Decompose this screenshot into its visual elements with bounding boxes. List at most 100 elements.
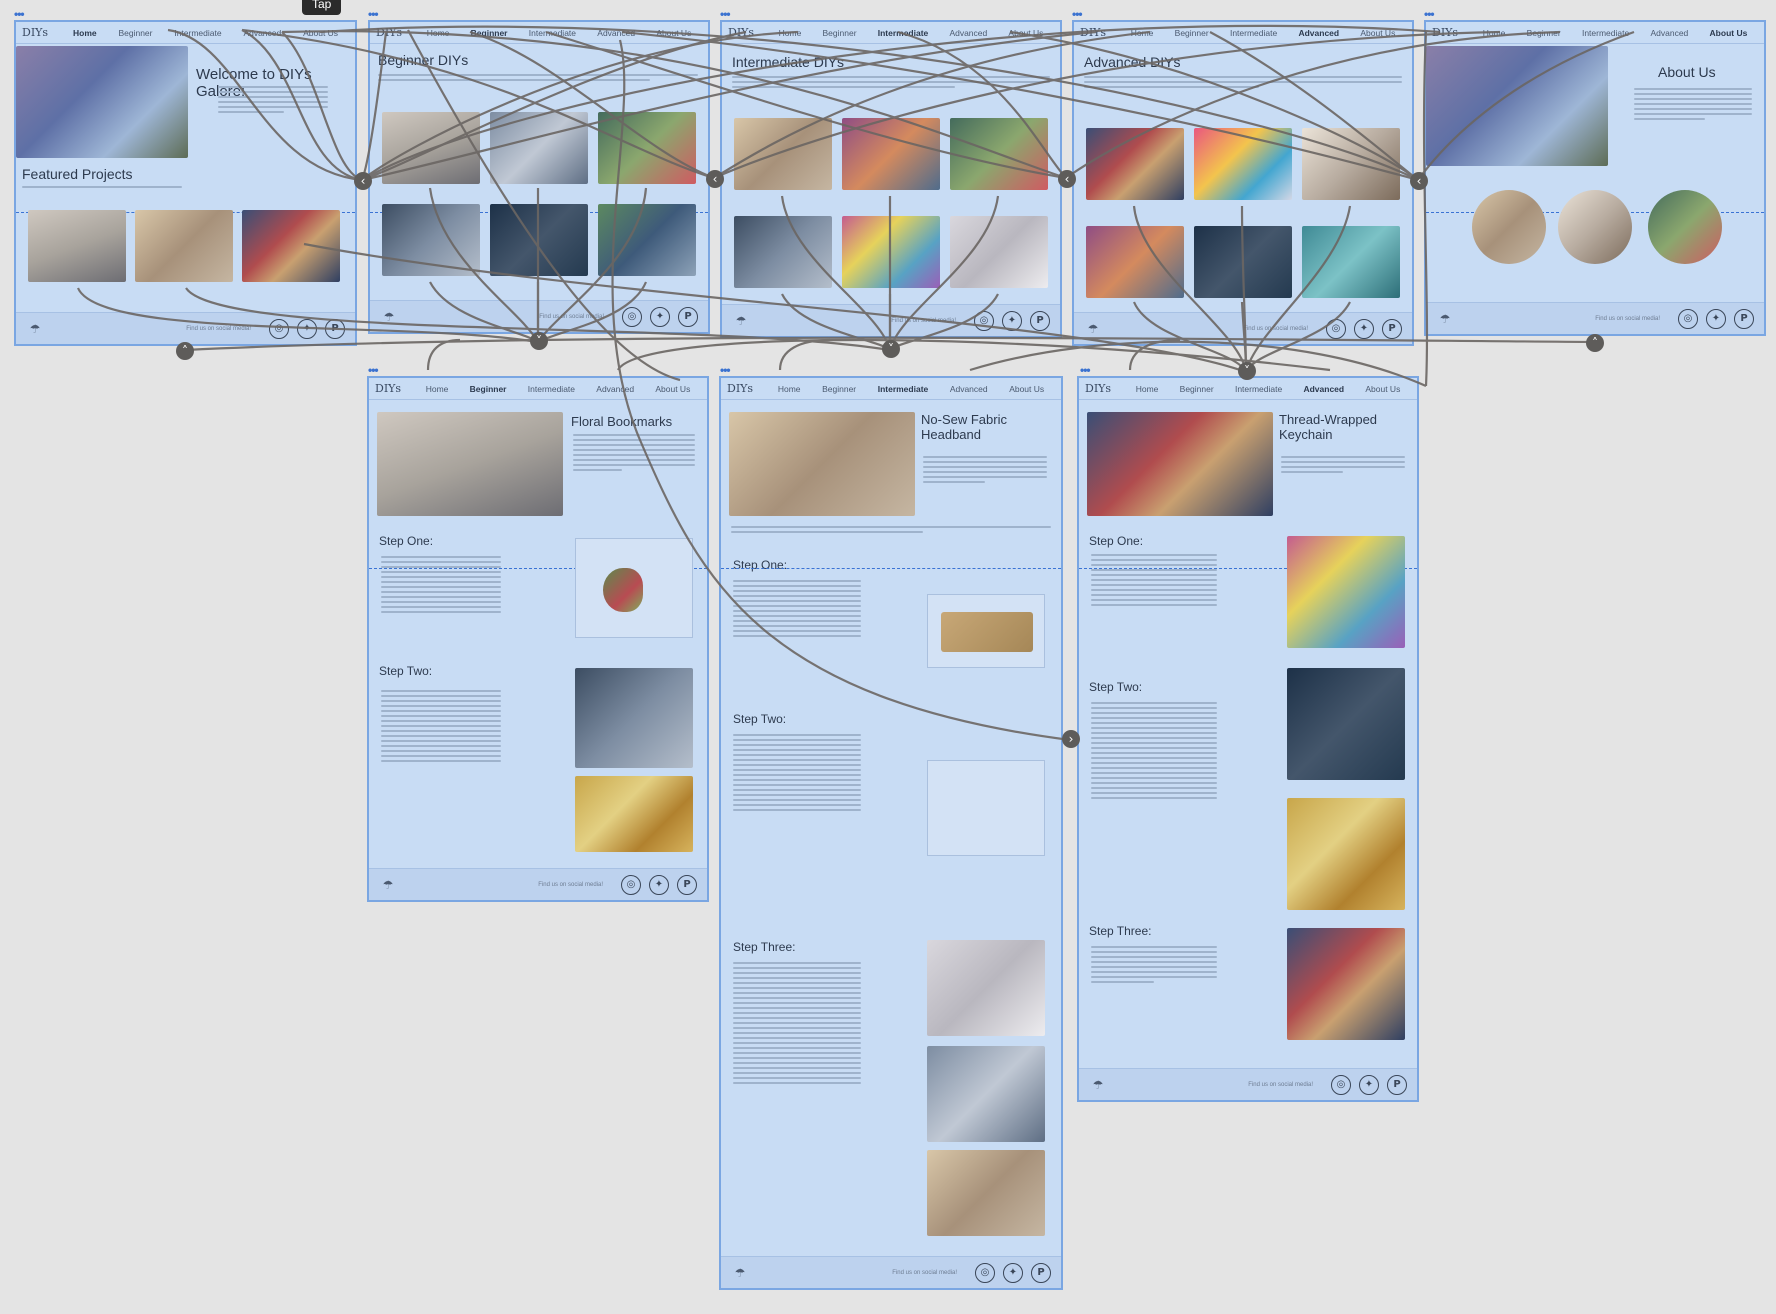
- instagram-icon[interactable]: ◎: [1331, 1074, 1351, 1095]
- project-thumb-5[interactable]: [490, 204, 588, 276]
- chevron-down-icon[interactable]: ˅: [1238, 362, 1256, 380]
- twitter-icon[interactable]: ✦: [1003, 1262, 1023, 1283]
- project-thumb-6[interactable]: [950, 216, 1048, 288]
- nav-advanced[interactable]: Advanced: [949, 28, 987, 38]
- nav-advanced[interactable]: Advanced: [243, 28, 281, 38]
- twitter-icon[interactable]: ✦: [1706, 308, 1726, 329]
- chevron-up-icon[interactable]: ˄: [1586, 334, 1604, 352]
- frame-beginner[interactable]: DIYs Home Beginner Intermediate Advanced…: [368, 20, 710, 334]
- nav-advanced[interactable]: Advanced: [1298, 28, 1339, 38]
- nav-about[interactable]: About Us: [1360, 28, 1395, 38]
- nav-beginner[interactable]: Beginner: [1175, 28, 1209, 38]
- nav-beginner[interactable]: Beginner: [1180, 384, 1214, 394]
- nav-about[interactable]: About Us: [1365, 384, 1400, 394]
- nav-intermediate[interactable]: Intermediate: [528, 384, 575, 394]
- nav-about[interactable]: About Us: [655, 384, 690, 394]
- brand-logo[interactable]: DIYs: [1085, 382, 1111, 395]
- brand-logo[interactable]: DIYs: [1080, 26, 1106, 39]
- instagram-icon[interactable]: ◎: [975, 1262, 995, 1283]
- chevron-down-icon[interactable]: ˅: [882, 340, 900, 358]
- brand-logo[interactable]: DIYs: [22, 26, 48, 39]
- nav-advanced[interactable]: Advanced: [950, 384, 988, 394]
- frame-handle-advanced[interactable]: •••: [1072, 8, 1083, 20]
- nav-beginner[interactable]: Beginner: [471, 28, 508, 38]
- project-thumb-1[interactable]: [1086, 128, 1184, 200]
- instagram-icon[interactable]: ◎: [269, 318, 289, 339]
- twitter-icon[interactable]: ✦: [1002, 310, 1022, 331]
- instagram-icon[interactable]: ◎: [622, 306, 642, 327]
- nav-home[interactable]: Home: [1131, 28, 1154, 38]
- nav-intermediate[interactable]: Intermediate: [529, 28, 576, 38]
- nav-beginner[interactable]: Beginner: [823, 28, 857, 38]
- project-thumb-3[interactable]: [1302, 128, 1400, 200]
- featured-project-1[interactable]: [28, 210, 126, 282]
- project-thumb-6[interactable]: [1302, 226, 1400, 298]
- chevron-left-icon[interactable]: ‹: [706, 170, 724, 188]
- nav-home[interactable]: Home: [1136, 384, 1159, 394]
- nav-advanced[interactable]: Advanced: [597, 28, 635, 38]
- nav-beginner[interactable]: Beginner: [118, 28, 152, 38]
- pinterest-icon[interactable]: P: [1382, 318, 1402, 339]
- featured-project-2[interactable]: [135, 210, 233, 282]
- pinterest-icon[interactable]: P: [678, 306, 698, 327]
- nav-advanced[interactable]: Advanced: [1650, 28, 1688, 38]
- chevron-right-icon[interactable]: ›: [1062, 730, 1080, 748]
- nav-about[interactable]: About Us: [656, 28, 691, 38]
- twitter-icon[interactable]: ✦: [649, 874, 669, 895]
- frame-handle-floral[interactable]: •••: [368, 364, 379, 376]
- nav-about[interactable]: About Us: [1008, 28, 1043, 38]
- nav-home[interactable]: Home: [73, 28, 97, 38]
- chevron-left-icon[interactable]: ‹: [1410, 172, 1428, 190]
- frame-keychain[interactable]: DIYs Home Beginner Intermediate Advanced…: [1077, 376, 1419, 1102]
- nav-about[interactable]: About Us: [1009, 384, 1044, 394]
- project-thumb-5[interactable]: [1194, 226, 1292, 298]
- project-thumb-6[interactable]: [598, 204, 696, 276]
- brand-logo[interactable]: DIYs: [727, 382, 753, 395]
- project-thumb-4[interactable]: [1086, 226, 1184, 298]
- nav-advanced[interactable]: Advanced: [596, 384, 634, 394]
- nav-intermediate[interactable]: Intermediate: [1230, 28, 1277, 38]
- frame-handle-about[interactable]: •••: [1424, 8, 1435, 20]
- project-thumb-5[interactable]: [842, 216, 940, 288]
- nav-intermediate[interactable]: Intermediate: [1582, 28, 1629, 38]
- nav-beginner[interactable]: Beginner: [1527, 28, 1561, 38]
- frame-home[interactable]: DIYs Home Beginner Intermediate Advanced…: [14, 20, 357, 346]
- project-thumb-2[interactable]: [1194, 128, 1292, 200]
- frame-floral-bookmarks[interactable]: DIYs Home Beginner Intermediate Advanced…: [367, 376, 709, 902]
- instagram-icon[interactable]: ◎: [974, 310, 994, 331]
- twitter-icon[interactable]: ✦: [297, 318, 317, 339]
- nav-home[interactable]: Home: [427, 28, 450, 38]
- nav-about[interactable]: About Us: [1710, 28, 1748, 38]
- nav-intermediate[interactable]: Intermediate: [1235, 384, 1282, 394]
- pinterest-icon[interactable]: P: [677, 874, 697, 895]
- frame-advanced[interactable]: DIYs Home Beginner Intermediate Advanced…: [1072, 20, 1414, 346]
- nav-about[interactable]: About Us: [303, 28, 338, 38]
- nav-home[interactable]: Home: [426, 384, 449, 394]
- chevron-left-icon[interactable]: ‹: [354, 172, 372, 190]
- brand-logo[interactable]: DIYs: [1432, 26, 1458, 39]
- chevron-left-icon[interactable]: ‹: [1058, 170, 1076, 188]
- pinterest-icon[interactable]: P: [1030, 310, 1050, 331]
- project-thumb-2[interactable]: [842, 118, 940, 190]
- project-thumb-4[interactable]: [382, 204, 480, 276]
- project-thumb-4[interactable]: [734, 216, 832, 288]
- nav-intermediate[interactable]: Intermediate: [878, 28, 929, 38]
- twitter-icon[interactable]: ✦: [1354, 318, 1374, 339]
- nav-intermediate[interactable]: Intermediate: [878, 384, 929, 394]
- twitter-icon[interactable]: ✦: [650, 306, 670, 327]
- frame-handle-keychain[interactable]: •••: [1080, 364, 1091, 376]
- frame-handle-intermediate[interactable]: •••: [720, 8, 731, 20]
- twitter-icon[interactable]: ✦: [1359, 1074, 1379, 1095]
- brand-logo[interactable]: DIYs: [728, 26, 754, 39]
- instagram-icon[interactable]: ◎: [1326, 318, 1346, 339]
- chevron-down-icon[interactable]: ˅: [530, 332, 548, 350]
- instagram-icon[interactable]: ◎: [621, 874, 641, 895]
- frame-about[interactable]: DIYs Home Beginner Intermediate Advanced…: [1424, 20, 1766, 336]
- frame-handle-home[interactable]: •••: [14, 8, 25, 20]
- project-thumb-1[interactable]: [382, 112, 480, 184]
- chevron-up-icon[interactable]: ˄: [176, 342, 194, 360]
- nav-intermediate[interactable]: Intermediate: [174, 28, 221, 38]
- pinterest-icon[interactable]: P: [1387, 1074, 1407, 1095]
- project-thumb-3[interactable]: [950, 118, 1048, 190]
- pinterest-icon[interactable]: P: [325, 318, 345, 339]
